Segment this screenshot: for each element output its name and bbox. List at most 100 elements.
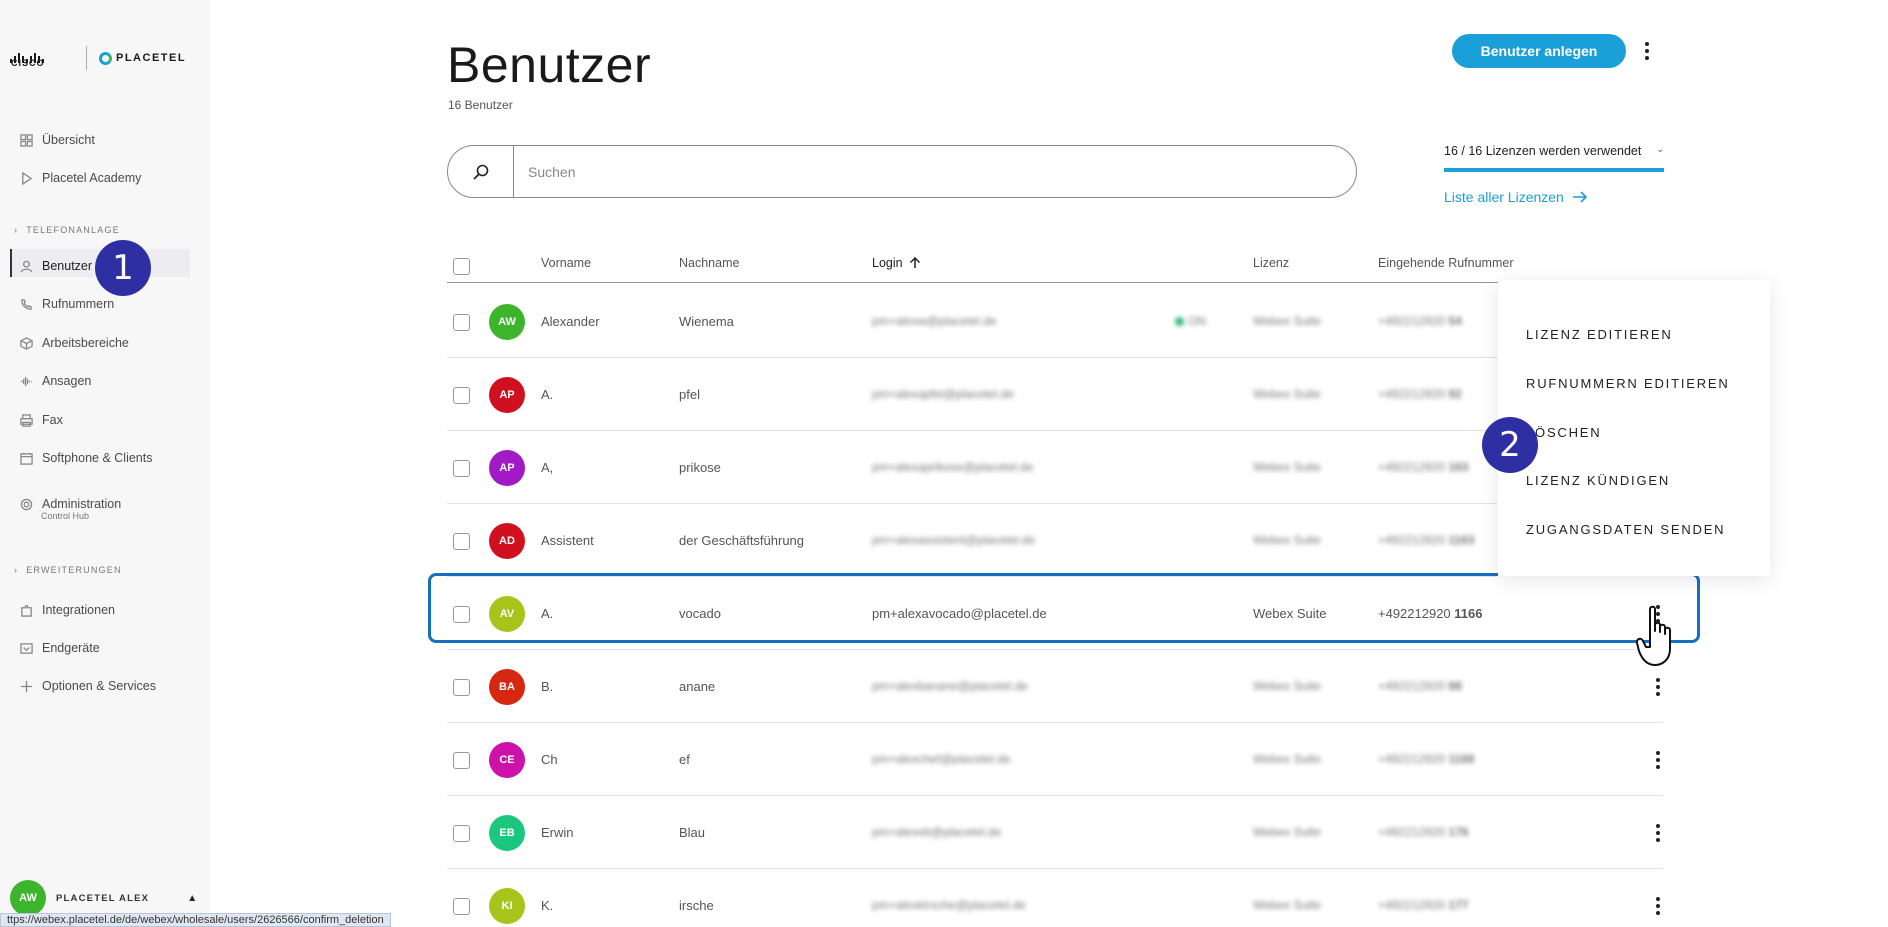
- column-header-incoming-number[interactable]: Eingehende Rufnummer: [1378, 256, 1514, 270]
- chevron-right-icon: ›: [14, 565, 19, 575]
- cell-firstname: Erwin: [541, 825, 574, 840]
- sidebar-item-softphone[interactable]: Softphone & Clients: [20, 448, 153, 468]
- sidebar-item-sublabel: Control Hub: [41, 511, 90, 521]
- row-checkbox[interactable]: [453, 460, 470, 477]
- cell-login: pm+alexaprikose@placetel.de: [872, 460, 1034, 474]
- sidebar-item-label: Endgeräte: [42, 641, 100, 655]
- row-checkbox[interactable]: [453, 387, 470, 404]
- cell-incoming-number: +492212920 163: [1378, 460, 1468, 474]
- number-prefix: +492212920: [1378, 387, 1446, 401]
- column-header-firstname[interactable]: Vorname: [541, 256, 591, 270]
- sidebar-section-telefonanlage[interactable]: › TELEFONANLAGE: [14, 225, 120, 235]
- table-header-divider: [447, 282, 1663, 283]
- number-extension: 92: [1448, 387, 1462, 401]
- sidebar-item-workspaces[interactable]: Arbeitsbereiche: [20, 333, 129, 353]
- more-options-icon[interactable]: [1645, 42, 1649, 60]
- row-checkbox[interactable]: [453, 314, 470, 331]
- menu-item-edit-license[interactable]: LIZENZ EDITIEREN: [1526, 327, 1673, 342]
- account-menu[interactable]: AW PLACETEL ALEX ▲: [10, 880, 197, 916]
- number-prefix: +492212920: [1378, 679, 1446, 693]
- caret-up-icon: ▲: [187, 892, 198, 904]
- sidebar-item-integrations[interactable]: Integrationen: [20, 600, 115, 620]
- search-button[interactable]: [448, 146, 514, 197]
- status-text: ON: [1188, 314, 1206, 328]
- sidebar-item-overview[interactable]: Übersicht: [20, 130, 95, 150]
- menu-item-cancel-license[interactable]: LIZENZ KÜNDIGEN: [1526, 473, 1670, 488]
- column-header-login[interactable]: Login: [872, 256, 921, 270]
- number-prefix: +492212920: [1378, 752, 1446, 766]
- number-extension: 1163: [1448, 533, 1475, 547]
- cell-login: pm+alexchef@placetel.de: [872, 752, 1011, 766]
- number-extension: 163: [1448, 460, 1469, 474]
- menu-item-edit-numbers[interactable]: RUFNUMMERN EDITIEREN: [1526, 376, 1730, 391]
- number-prefix: +492212920: [1378, 314, 1446, 328]
- sidebar-item-devices[interactable]: Endgeräte: [20, 638, 100, 658]
- row-divider: [447, 649, 1663, 650]
- avatar: AP: [489, 450, 525, 486]
- sidebar-item-label: Arbeitsbereiche: [42, 336, 129, 350]
- placetel-logo-icon: [99, 51, 112, 65]
- sidebar-item-numbers[interactable]: Rufnummern: [20, 294, 114, 314]
- cell-incoming-number: +492212920 54: [1378, 314, 1462, 328]
- row-checkbox[interactable]: [453, 533, 470, 550]
- device-icon: [20, 642, 33, 654]
- sidebar-item-label: Benutzer: [42, 259, 93, 273]
- arrow-right-icon: [1572, 191, 1587, 203]
- calendar-icon: [20, 452, 33, 465]
- menu-item-delete[interactable]: LÖSCHEN: [1526, 425, 1601, 440]
- placetel-wordmark: PLACETEL: [116, 52, 187, 64]
- status-bar-url: ttps://webex.placetel.de/de/webex/wholes…: [0, 913, 391, 927]
- row-divider: [447, 430, 1497, 431]
- license-list-label: Liste aller Lizenzen: [1444, 189, 1564, 205]
- sidebar-item-label: Integrationen: [42, 603, 115, 617]
- row-checkbox[interactable]: [453, 825, 470, 842]
- license-usage-dropdown[interactable]: 16 / 16 Lizenzen werden verwendet ⌄: [1444, 144, 1664, 172]
- sidebar-item-options[interactable]: Optionen & Services: [20, 676, 156, 696]
- row-more-options-icon[interactable]: [1656, 897, 1660, 915]
- row-divider: [447, 868, 1663, 869]
- avatar: AP: [489, 377, 525, 413]
- avatar: AW: [489, 304, 525, 340]
- cell-license: Webex Suite: [1253, 387, 1321, 401]
- row-checkbox[interactable]: [453, 752, 470, 769]
- cell-lastname: Blau: [679, 825, 706, 840]
- sidebar-item-academy[interactable]: Placetel Academy: [20, 168, 141, 188]
- plus-icon: [20, 680, 33, 692]
- row-more-options-icon[interactable]: [1656, 678, 1660, 696]
- number-prefix: +492212920: [1378, 825, 1446, 839]
- sidebar-item-fax[interactable]: Fax: [20, 410, 63, 430]
- sidebar-item-label: Rufnummern: [42, 297, 115, 311]
- status-badge: ON: [1175, 314, 1206, 328]
- column-header-license[interactable]: Lizenz: [1253, 256, 1289, 270]
- cell-login: pm+alexeb@placetel.de: [872, 825, 1002, 839]
- sidebar-item-announcements[interactable]: Ansagen: [20, 371, 91, 391]
- row-more-options-icon[interactable]: [1656, 751, 1660, 769]
- section-label: ERWEITERUNGEN: [26, 565, 122, 575]
- select-all-checkbox[interactable]: [453, 258, 470, 275]
- sidebar-item-users[interactable]: Benutzer: [20, 256, 92, 276]
- status-dot-icon: [1175, 317, 1184, 327]
- number-extension: 177: [1448, 898, 1469, 912]
- create-user-button[interactable]: Benutzer anlegen: [1452, 34, 1626, 68]
- step-badge-1: 1: [95, 240, 151, 296]
- cell-lastname: ef: [679, 752, 690, 767]
- hand-cursor-icon: [1636, 605, 1671, 666]
- cell-firstname: Ch: [541, 752, 558, 767]
- number-prefix: +492212920: [1378, 533, 1446, 547]
- column-header-lastname[interactable]: Nachname: [679, 256, 739, 270]
- sidebar-section-erweiterungen[interactable]: › ERWEITERUNGEN: [14, 565, 122, 575]
- cell-firstname: B.: [541, 679, 554, 694]
- menu-item-send-credentials[interactable]: ZUGANGSDATEN SENDEN: [1526, 522, 1725, 537]
- search-input[interactable]: [528, 163, 1328, 180]
- row-context-menu: LIZENZ EDITIEREN RUFNUMMERN EDITIEREN LÖ…: [1498, 280, 1770, 576]
- row-checkbox[interactable]: [453, 679, 470, 696]
- number-extension: 176: [1448, 825, 1469, 839]
- row-more-options-icon[interactable]: [1656, 824, 1660, 842]
- cell-incoming-number: +492212920 88: [1378, 679, 1462, 693]
- cell-license: Webex Suite: [1253, 460, 1321, 474]
- cell-license: Webex Suite: [1253, 533, 1321, 547]
- row-checkbox[interactable]: [453, 898, 470, 915]
- cell-lastname: der Geschäftsführung: [679, 533, 805, 548]
- license-list-link[interactable]: Liste aller Lizenzen: [1444, 189, 1588, 205]
- brand-logo[interactable]: CISCO PLACETEL: [10, 46, 185, 70]
